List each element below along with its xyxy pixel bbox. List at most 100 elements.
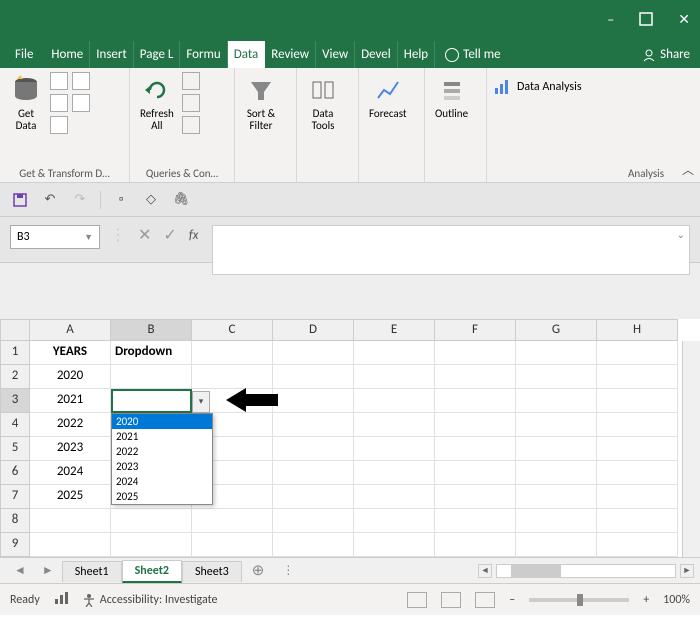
cell-h3[interactable] (597, 389, 678, 413)
cell-h9[interactable] (597, 533, 678, 557)
menu-review[interactable]: Review (265, 41, 316, 68)
add-sheet-button[interactable]: ⊕ (242, 561, 275, 580)
col-header-f[interactable]: F (435, 319, 516, 341)
collapse-ribbon-button[interactable]: ︿ (682, 161, 694, 178)
dropdown-option[interactable]: 2022 (112, 444, 212, 459)
cell-e4[interactable] (354, 413, 435, 437)
cell-e5[interactable] (354, 437, 435, 461)
cell-a6[interactable]: 2024 (30, 461, 111, 485)
cell-f9[interactable] (435, 533, 516, 557)
cell-e2[interactable] (354, 365, 435, 389)
from-web-button[interactable] (72, 72, 90, 90)
accept-formula-button[interactable]: ✓ (163, 225, 176, 245)
menu-data[interactable]: Data (228, 41, 266, 68)
recent-sources-button[interactable] (72, 94, 90, 112)
edit-links-button[interactable] (182, 116, 200, 134)
cell-e3[interactable] (354, 389, 435, 413)
cell-a7[interactable]: 2025 (30, 485, 111, 509)
fx-button[interactable]: fx (189, 228, 199, 243)
row-header-3[interactable]: 3 (0, 389, 30, 413)
cell-f7[interactable] (435, 485, 516, 509)
col-header-c[interactable]: C (192, 319, 273, 341)
cell-g1[interactable] (516, 341, 597, 365)
menu-help[interactable]: Help (398, 41, 435, 68)
cell-c1[interactable] (192, 341, 273, 365)
cell-d4[interactable] (273, 413, 354, 437)
cell-d6[interactable] (273, 461, 354, 485)
cell-e6[interactable] (354, 461, 435, 485)
cell-g7[interactable] (516, 485, 597, 509)
cancel-formula-button[interactable]: ✕ (138, 225, 151, 245)
cell-a2[interactable]: 2020 (30, 365, 111, 389)
vertical-scrollbar[interactable] (682, 341, 700, 557)
sheet-nav-next[interactable]: ► (34, 563, 62, 578)
get-data-button[interactable]: Get Data (6, 72, 46, 134)
queries-button[interactable] (182, 72, 200, 90)
cell-g8[interactable] (516, 509, 597, 533)
save-button[interactable] (10, 190, 30, 210)
cell-e1[interactable] (354, 341, 435, 365)
cell-d2[interactable] (273, 365, 354, 389)
cell-h2[interactable] (597, 365, 678, 389)
col-header-g[interactable]: G (516, 319, 597, 341)
cell-h1[interactable] (597, 341, 678, 365)
cell-f1[interactable] (435, 341, 516, 365)
cell-dropdown-button[interactable]: ▾ (192, 391, 210, 413)
cell-b8[interactable] (111, 509, 192, 533)
page-break-view-button[interactable] (475, 592, 495, 608)
cell-a9[interactable] (30, 533, 111, 557)
menu-home[interactable]: Home (45, 41, 90, 68)
cell-g4[interactable] (516, 413, 597, 437)
dropdown-option[interactable]: 2021 (112, 429, 212, 444)
zoom-level[interactable]: 100% (663, 593, 690, 607)
cell-b2[interactable] (111, 365, 192, 389)
col-header-e[interactable]: E (354, 319, 435, 341)
cell-a3[interactable]: 2021 (30, 389, 111, 413)
forecast-button[interactable]: Forecast (365, 72, 411, 122)
menu-formulas[interactable]: Formu (180, 41, 227, 68)
cell-e9[interactable] (354, 533, 435, 557)
cell-d7[interactable] (273, 485, 354, 509)
cell-f5[interactable] (435, 437, 516, 461)
refresh-all-button[interactable]: Refresh All (136, 72, 178, 134)
menu-view[interactable]: View (316, 41, 355, 68)
cell-c8[interactable] (192, 509, 273, 533)
cell-d9[interactable] (273, 533, 354, 557)
cell-a4[interactable]: 2022 (30, 413, 111, 437)
cell-h7[interactable] (597, 485, 678, 509)
dropdown-option[interactable]: 2025 (112, 489, 212, 504)
dropdown-option[interactable]: 2023 (112, 459, 212, 474)
cell-g2[interactable] (516, 365, 597, 389)
cell-a1[interactable]: YEARS (30, 341, 111, 365)
redo-button[interactable]: ↷ (70, 190, 90, 210)
row-header-4[interactable]: 4 (0, 413, 30, 437)
cell-b1[interactable]: Dropdown (111, 341, 192, 365)
cell-d5[interactable] (273, 437, 354, 461)
horizontal-scrollbar[interactable] (496, 564, 676, 578)
cell-e8[interactable] (354, 509, 435, 533)
hscroll-left-button[interactable]: ◄ (478, 564, 492, 578)
col-header-h[interactable]: H (597, 319, 678, 341)
cell-f3[interactable] (435, 389, 516, 413)
cell-c9[interactable] (192, 533, 273, 557)
cell-g5[interactable] (516, 437, 597, 461)
cell-d3[interactable] (273, 389, 354, 413)
cell-b3[interactable]: ▾ (111, 389, 192, 413)
from-text-button[interactable] (50, 72, 68, 90)
tell-me[interactable]: Tell me (435, 41, 510, 68)
name-box-dropdown-icon[interactable]: ▼ (84, 232, 93, 243)
maximize-button[interactable] (639, 12, 653, 26)
row-header-8[interactable]: 8 (0, 509, 30, 533)
cell-h6[interactable] (597, 461, 678, 485)
existing-conn-button[interactable] (50, 116, 68, 134)
minimize-button[interactable]: – (607, 11, 614, 28)
cell-e7[interactable] (354, 485, 435, 509)
sheet-tab[interactable]: Sheet1 (62, 561, 122, 582)
cell-h8[interactable] (597, 509, 678, 533)
zoom-slider[interactable] (529, 598, 629, 602)
cell-f6[interactable] (435, 461, 516, 485)
name-box[interactable]: B3 ▼ (10, 225, 100, 249)
cell-a5[interactable]: 2023 (30, 437, 111, 461)
cell-f2[interactable] (435, 365, 516, 389)
sheet-tab[interactable]: Sheet3 (182, 561, 242, 582)
